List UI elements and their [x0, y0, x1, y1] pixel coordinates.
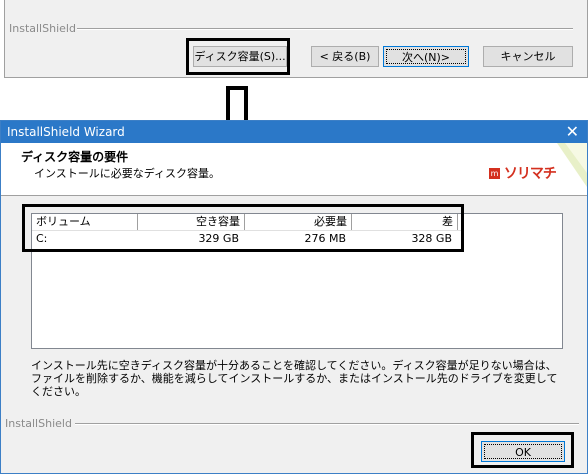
installshield-wizard-window: InstallShield Wizard ✕ ディスク容量の要件 インストールに…	[0, 120, 588, 474]
page-curl-icon	[557, 143, 587, 187]
logo-text: ソリマチ	[503, 166, 557, 182]
ok-highlight-box	[471, 432, 574, 468]
next-button-label: 次へ(N)>	[401, 51, 451, 64]
table-header-highlight-box	[22, 204, 464, 252]
title-bar: InstallShield Wizard ✕	[1, 121, 587, 143]
header-title: ディスク容量の要件	[21, 150, 129, 164]
top-dialog-fragment: InstallShield ディスク容量(S)... < 戻る(B) 次へ(N)…	[4, 0, 588, 78]
wizard-footer-divider	[75, 423, 579, 425]
installshield-footer-label: InstallShield	[9, 22, 76, 35]
logo-mark: m	[489, 167, 500, 179]
window-title: InstallShield Wizard	[7, 125, 125, 139]
footer-divider	[77, 28, 573, 30]
back-button[interactable]: < 戻る(B)	[311, 46, 379, 67]
close-icon[interactable]: ✕	[566, 122, 579, 141]
disk-space-highlight-box	[186, 38, 290, 75]
description-text: インストール先に空きディスク容量が十分あることを確認してください。ディスク容量が…	[31, 359, 558, 398]
cancel-button-label: キャンセル	[500, 50, 556, 63]
back-button-label: < 戻る(B)	[319, 50, 371, 63]
wizard-header: ディスク容量の要件 インストールに必要なディスク容量。 m ソリマチ	[1, 143, 587, 196]
header-subtitle: インストールに必要なディスク容量。	[34, 167, 221, 180]
sorimachi-logo: m ソリマチ	[489, 163, 557, 183]
wizard-footer-label: InstallShield	[5, 417, 72, 430]
next-button[interactable]: 次へ(N)>	[383, 46, 469, 67]
cancel-button[interactable]: キャンセル	[483, 46, 573, 67]
